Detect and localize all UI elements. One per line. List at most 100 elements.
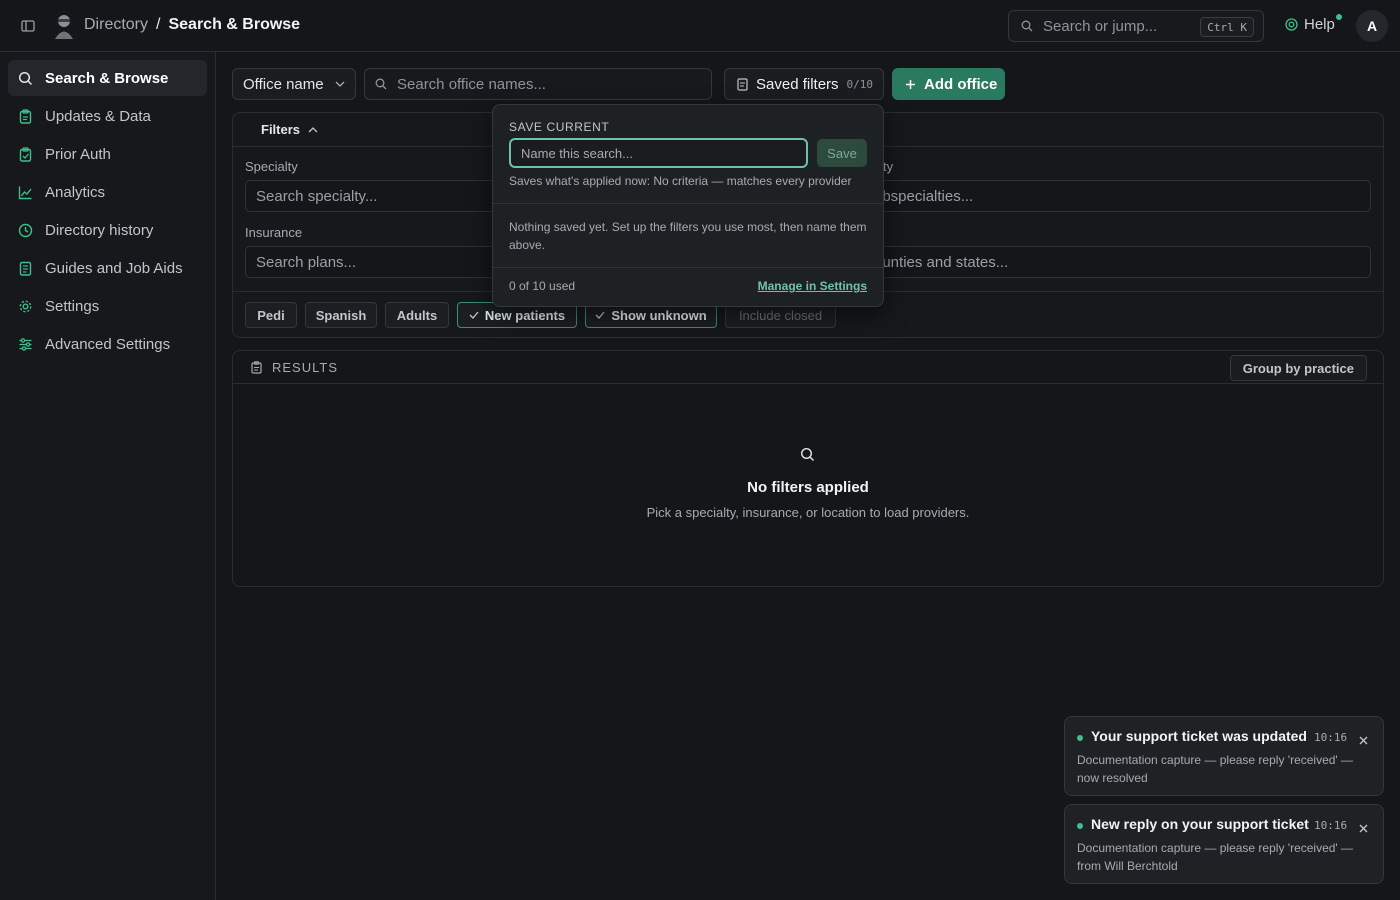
chip-pedi[interactable]: Pedi [245,302,297,328]
add-office-button[interactable]: Add office [892,68,1005,100]
filters-header: Filters [261,122,301,137]
divider [493,203,883,204]
search-icon [800,447,815,465]
check-icon [469,311,479,319]
search-mode-value: Office name [243,75,324,93]
search-name-input[interactable]: Name this search... [509,138,808,168]
sidebar-item-label: Updates & Data [45,107,151,125]
sidebar-item-label: Guides and Job Aids [45,259,183,277]
global-search-input[interactable]: Search or jump... Ctrl K [1008,10,1264,42]
save-hint: Saves what's applied now: No criteria — … [509,174,852,188]
toast-notification: Your support ticket was updated 10:16 Do… [1064,716,1384,796]
unread-dot [1077,823,1083,829]
chip-label: Show unknown [611,307,707,323]
sidebar-item-prior-auth[interactable]: Prior Auth [8,136,207,172]
location-input[interactable]: ounties and states... [873,246,1371,278]
add-office-label: Add office [924,75,998,93]
save-filters-popover: SAVE CURRENT Name this search... Save Sa… [492,104,884,307]
search-icon [375,78,387,90]
sidebar-item-settings[interactable]: Settings [8,288,207,324]
specialty-label: Specialty [245,159,298,174]
empty-state-subtitle: Pick a specialty, insurance, or location… [646,505,970,520]
subspecialty-label: ty [883,159,894,174]
chip-adults[interactable]: Adults [385,302,449,328]
search-name-placeholder: Name this search... [521,145,633,161]
location-placeholder: ounties and states... [874,253,1009,271]
insurance-label: Insurance [245,225,303,240]
close-icon[interactable] [1359,732,1368,748]
divider [493,267,883,268]
document-icon [19,261,32,276]
breadcrumb-separator: / [156,16,161,33]
saved-usage-count: 0 of 10 used [509,279,576,293]
specialty-input[interactable]: Search specialty... [245,180,515,212]
sidebar-item-updates-data[interactable]: Updates & Data [8,98,207,134]
chevron-up-icon [308,126,318,132]
results-header: RESULTS [233,351,1383,384]
sidebar: Search & Browse Updates & Data Prior Aut… [0,52,216,900]
avatar[interactable]: A [1356,10,1388,42]
help-notification-dot [1336,14,1342,20]
sidebar-item-label: Analytics [45,183,106,201]
subspecialty-placeholder: ubspecialties... [874,187,974,205]
saved-filters-count: 0/10 [846,77,874,91]
specialty-placeholder: Search specialty... [256,187,378,205]
saved-filters-label: Saved filters [756,75,839,93]
results-panel: RESULTS Group by practice No filters app… [232,350,1384,587]
breadcrumb: Directory / Search & Browse [84,16,300,34]
chip-label: Adults [396,307,438,323]
toast-time: 10:16 [1314,731,1348,744]
insurance-input[interactable]: Search plans... [245,246,515,278]
save-search-button[interactable]: Save [817,139,867,167]
saved-filters-button[interactable]: Saved filters 0/10 [724,68,884,100]
breadcrumb-current: Search & Browse [168,16,301,33]
manage-in-settings-link[interactable]: Manage in Settings [758,279,867,293]
sidebar-item-label: Prior Auth [45,145,111,163]
toast-body: Documentation capture — please reply 're… [1077,841,1354,873]
subspecialty-input[interactable]: ubspecialties... [873,180,1371,212]
help-button[interactable]: Help [1285,16,1335,33]
clock-icon [18,223,33,237]
clipboard-icon [251,360,262,374]
clipboard-icon [19,108,32,124]
shortcut-badge: Ctrl K [1200,17,1254,37]
check-icon [595,311,605,319]
document-icon [737,77,748,91]
chevron-down-icon [335,81,345,87]
sidebar-item-analytics[interactable]: Analytics [8,174,207,210]
clipboard-check-icon [19,146,32,162]
search-icon [1021,20,1033,32]
top-bar: Directory / Search & Browse Search or ju… [0,0,1400,52]
empty-state-title: No filters applied [747,479,869,496]
sidebar-item-label: Settings [45,297,100,315]
toast-title: New reply on your support ticket [1091,816,1309,832]
insurance-placeholder: Search plans... [256,253,357,271]
chip-label: New patients [484,307,566,323]
group-by-practice-button[interactable]: Group by practice [1229,355,1367,381]
chip-spanish[interactable]: Spanish [305,302,377,328]
sidebar-item-label: Search & Browse [45,69,169,87]
help-label: Help [1304,16,1335,33]
search-mode-select[interactable]: Office name [232,68,356,100]
office-search-input[interactable]: Search office names... [364,68,712,100]
sidebar-item-label: Advanced Settings [45,335,171,353]
sidebar-toggle-icon[interactable] [20,18,36,34]
chip-label: Pedi [257,307,285,323]
sidebar-item-directory-history[interactable]: Directory history [8,212,207,248]
sidebar-item-label: Directory history [45,221,154,239]
toast-time: 10:16 [1314,819,1348,832]
toast-title: Your support ticket was updated [1091,728,1307,744]
close-icon[interactable] [1359,820,1368,836]
sidebar-item-search-browse[interactable]: Search & Browse [8,60,207,96]
plus-icon [906,79,915,89]
unread-dot [1077,735,1083,741]
popover-title: SAVE CURRENT [509,120,610,134]
app-logo-icon [52,12,76,40]
toast-notification: New reply on your support ticket 10:16 D… [1064,804,1384,884]
global-search-placeholder: Search or jump... [1043,17,1158,35]
breadcrumb-root[interactable]: Directory [84,16,148,34]
sidebar-item-guides[interactable]: Guides and Job Aids [8,250,207,286]
sidebar-item-advanced-settings[interactable]: Advanced Settings [8,326,207,362]
results-title: RESULTS [272,359,338,375]
line-chart-icon [18,186,32,199]
